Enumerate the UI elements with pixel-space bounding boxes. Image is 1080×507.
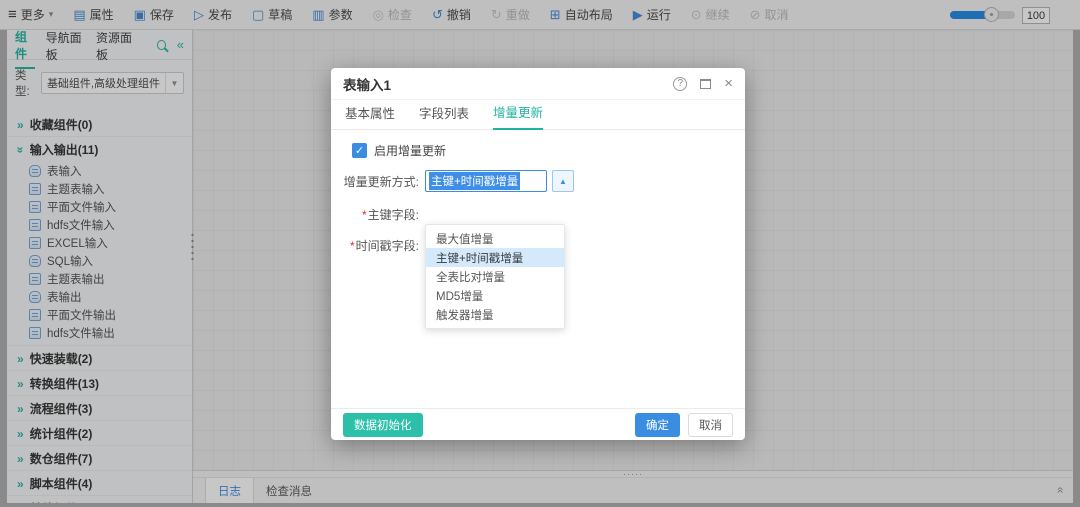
option-pk-timestamp[interactable]: 主键+时间戳增量 <box>426 248 564 267</box>
option-max-value[interactable]: 最大值增量 <box>426 229 564 248</box>
required-mark: * <box>350 239 355 253</box>
maximize-icon[interactable] <box>700 79 711 89</box>
dialog-tabs: 基本属性 字段列表 增量更新 <box>331 100 745 130</box>
cancel-button[interactable]: 取消 <box>688 413 733 437</box>
update-mode-row: 增量更新方式: 主键+时间戳增量 ▲ <box>343 170 733 192</box>
update-mode-dropdown: 最大值增量 主键+时间戳增量 全表比对增量 MD5增量 触发器增量 <box>425 224 565 329</box>
update-mode-value: 主键+时间戳增量 <box>429 172 520 190</box>
primary-key-row: *主键字段: <box>343 206 733 223</box>
tab-basic-properties[interactable]: 基本属性 <box>345 103 395 129</box>
primary-key-label: *主键字段: <box>343 206 419 223</box>
data-init-button[interactable]: 数据初始化 <box>343 413 423 437</box>
update-mode-input[interactable]: 主键+时间戳增量 <box>425 170 547 192</box>
timestamp-label: *时间戳字段: <box>343 237 419 254</box>
tab-incremental-update[interactable]: 增量更新 <box>493 102 543 130</box>
combo-caret-up-icon[interactable]: ▲ <box>552 170 574 192</box>
help-icon[interactable]: ? <box>673 77 687 91</box>
enable-incremental-row: ✓ 启用增量更新 <box>352 142 733 159</box>
enable-incremental-label: 启用增量更新 <box>374 142 446 159</box>
enable-incremental-checkbox[interactable]: ✓ <box>352 143 367 158</box>
table-input-dialog: 表输入1 ? × 基本属性 字段列表 增量更新 ✓ 启用增量更新 增量更新方式:… <box>331 68 745 440</box>
required-mark: * <box>362 208 367 222</box>
dialog-body: ✓ 启用增量更新 增量更新方式: 主键+时间戳增量 ▲ *主键字段: *时间戳字… <box>331 130 745 254</box>
dialog-title: 表输入1 <box>343 74 673 94</box>
option-full-table-compare[interactable]: 全表比对增量 <box>426 267 564 286</box>
option-trigger[interactable]: 触发器增量 <box>426 305 564 324</box>
option-md5[interactable]: MD5增量 <box>426 286 564 305</box>
dialog-footer: 数据初始化 确定 取消 <box>331 408 745 440</box>
update-mode-label: 增量更新方式: <box>343 173 419 190</box>
update-mode-combo: 主键+时间戳增量 ▲ <box>425 170 574 192</box>
tab-field-list[interactable]: 字段列表 <box>419 103 469 129</box>
close-icon[interactable]: × <box>724 76 733 91</box>
ok-button[interactable]: 确定 <box>635 413 680 437</box>
dialog-header: 表输入1 ? × <box>331 68 745 100</box>
